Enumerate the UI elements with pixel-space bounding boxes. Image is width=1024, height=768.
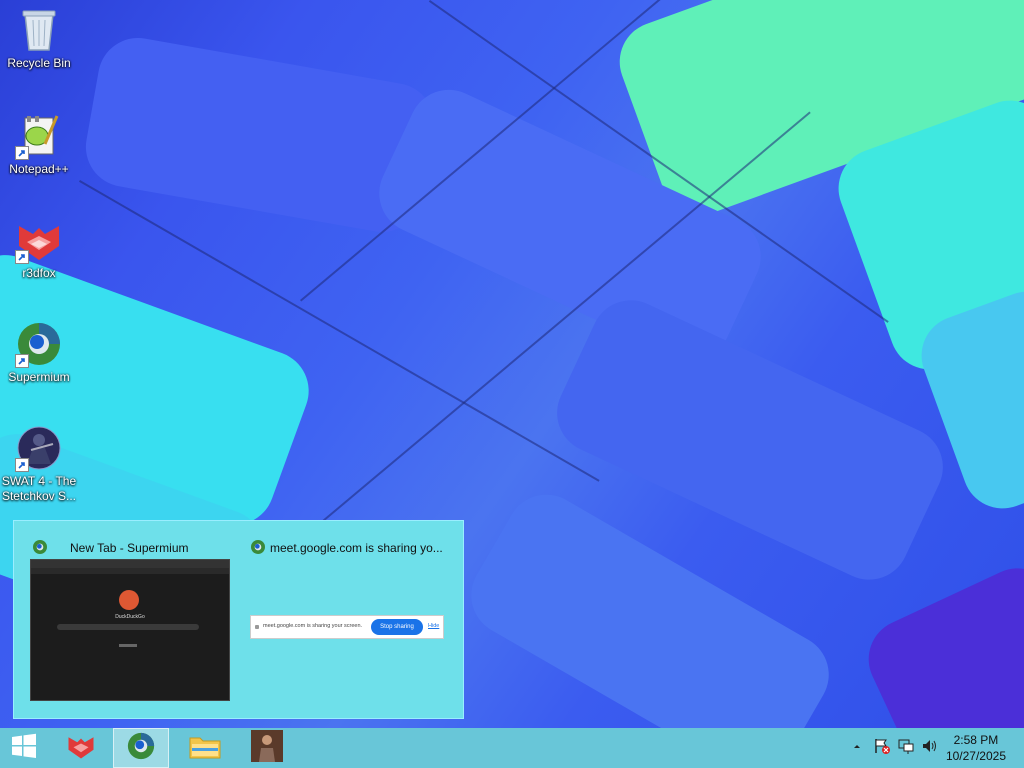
desktop-icon-r3dfox[interactable]: r3dfox [1, 216, 77, 281]
drag-handle-icon [255, 625, 259, 629]
windows-logo-icon [11, 733, 37, 764]
desktop-icon-label: Notepad++ [9, 162, 69, 176]
swat4-icon [251, 729, 283, 767]
supermium-icon [15, 320, 63, 368]
thumbnail-preview: DuckDuckGo [30, 559, 230, 701]
shortcut-arrow-icon [15, 354, 29, 368]
thumbnail-title: New Tab - Supermium [70, 541, 189, 555]
taskbar-supermium-button[interactable] [113, 728, 169, 768]
recycle-bin-icon [15, 6, 63, 54]
supermium-icon [32, 539, 48, 555]
r3dfox-icon [64, 731, 98, 766]
desktop-icon-supermium[interactable]: Supermium [1, 320, 77, 385]
swat4-icon [15, 424, 63, 472]
preview-toolbar [31, 568, 229, 574]
desktop-icon-notepadpp[interactable]: Notepad++ [1, 112, 77, 177]
desktop-icon-label: Supermium [8, 370, 70, 384]
taskbar-r3dfox-button[interactable] [50, 728, 112, 768]
supermium-icon [250, 539, 266, 555]
shortcut-arrow-icon [15, 250, 29, 264]
supermium-icon [126, 731, 156, 766]
flag-error-icon [873, 737, 891, 760]
preview-tabbar [31, 560, 229, 568]
taskbar-swat4-button[interactable] [236, 728, 298, 768]
speaker-icon [921, 737, 939, 760]
chevron-up-icon [852, 739, 862, 757]
folder-icon [188, 732, 222, 765]
thumbnail-title: meet.google.com is sharing yo... [270, 541, 443, 555]
shortcut-arrow-icon [15, 458, 29, 472]
clock[interactable]: 2:58 PM 10/27/2025 [946, 732, 1006, 764]
screen-sharing-bar: meet.google.com is sharing your screen. … [250, 615, 444, 639]
taskbar: 2:58 PM 10/27/2025 [0, 728, 1024, 768]
desktop-icon-swat4[interactable]: SWAT 4 - The Stetchkov S... [1, 424, 77, 504]
desktop-icon-label: Recycle Bin [7, 56, 71, 70]
taskbar-file-explorer-button[interactable] [174, 728, 236, 768]
r3dfox-icon [15, 216, 63, 264]
show-hidden-icons-button[interactable] [848, 728, 866, 768]
start-button[interactable] [0, 728, 48, 768]
stop-sharing-button[interactable]: Stop sharing [371, 619, 423, 635]
network-tray-icon[interactable] [896, 728, 916, 768]
action-center-tray-icon[interactable] [872, 728, 892, 768]
clock-time: 2:58 PM [953, 733, 999, 747]
volume-tray-icon[interactable] [920, 728, 940, 768]
clock-date: 10/27/2025 [945, 749, 1006, 763]
shortcut-arrow-icon [15, 146, 29, 160]
notepadpp-icon [15, 112, 63, 160]
desktop-icon-label: r3dfox [22, 266, 56, 280]
duckduckgo-logo-icon [119, 590, 139, 610]
thumbnail-new-tab[interactable]: New Tab - Supermium DuckDuckGo [20, 529, 238, 707]
hide-link[interactable]: Hide [428, 623, 439, 629]
network-icon [897, 737, 915, 760]
preview-link [119, 644, 137, 647]
sharing-message: meet.google.com is sharing your screen. [263, 623, 363, 629]
desktop-icon-recycle-bin[interactable]: Recycle Bin [1, 6, 77, 71]
wallpaper-panel [855, 555, 1024, 728]
preview-search-box [57, 624, 199, 630]
thumbnail-screen-sharing[interactable]: meet.google.com is sharing yo... meet.go… [242, 529, 460, 707]
desktop-icon-label: SWAT 4 - The Stetchkov S... [1, 474, 77, 503]
taskbar-thumbnail-popup: New Tab - Supermium DuckDuckGo meet.goog… [13, 520, 464, 719]
preview-logo-text: DuckDuckGo [115, 614, 145, 620]
